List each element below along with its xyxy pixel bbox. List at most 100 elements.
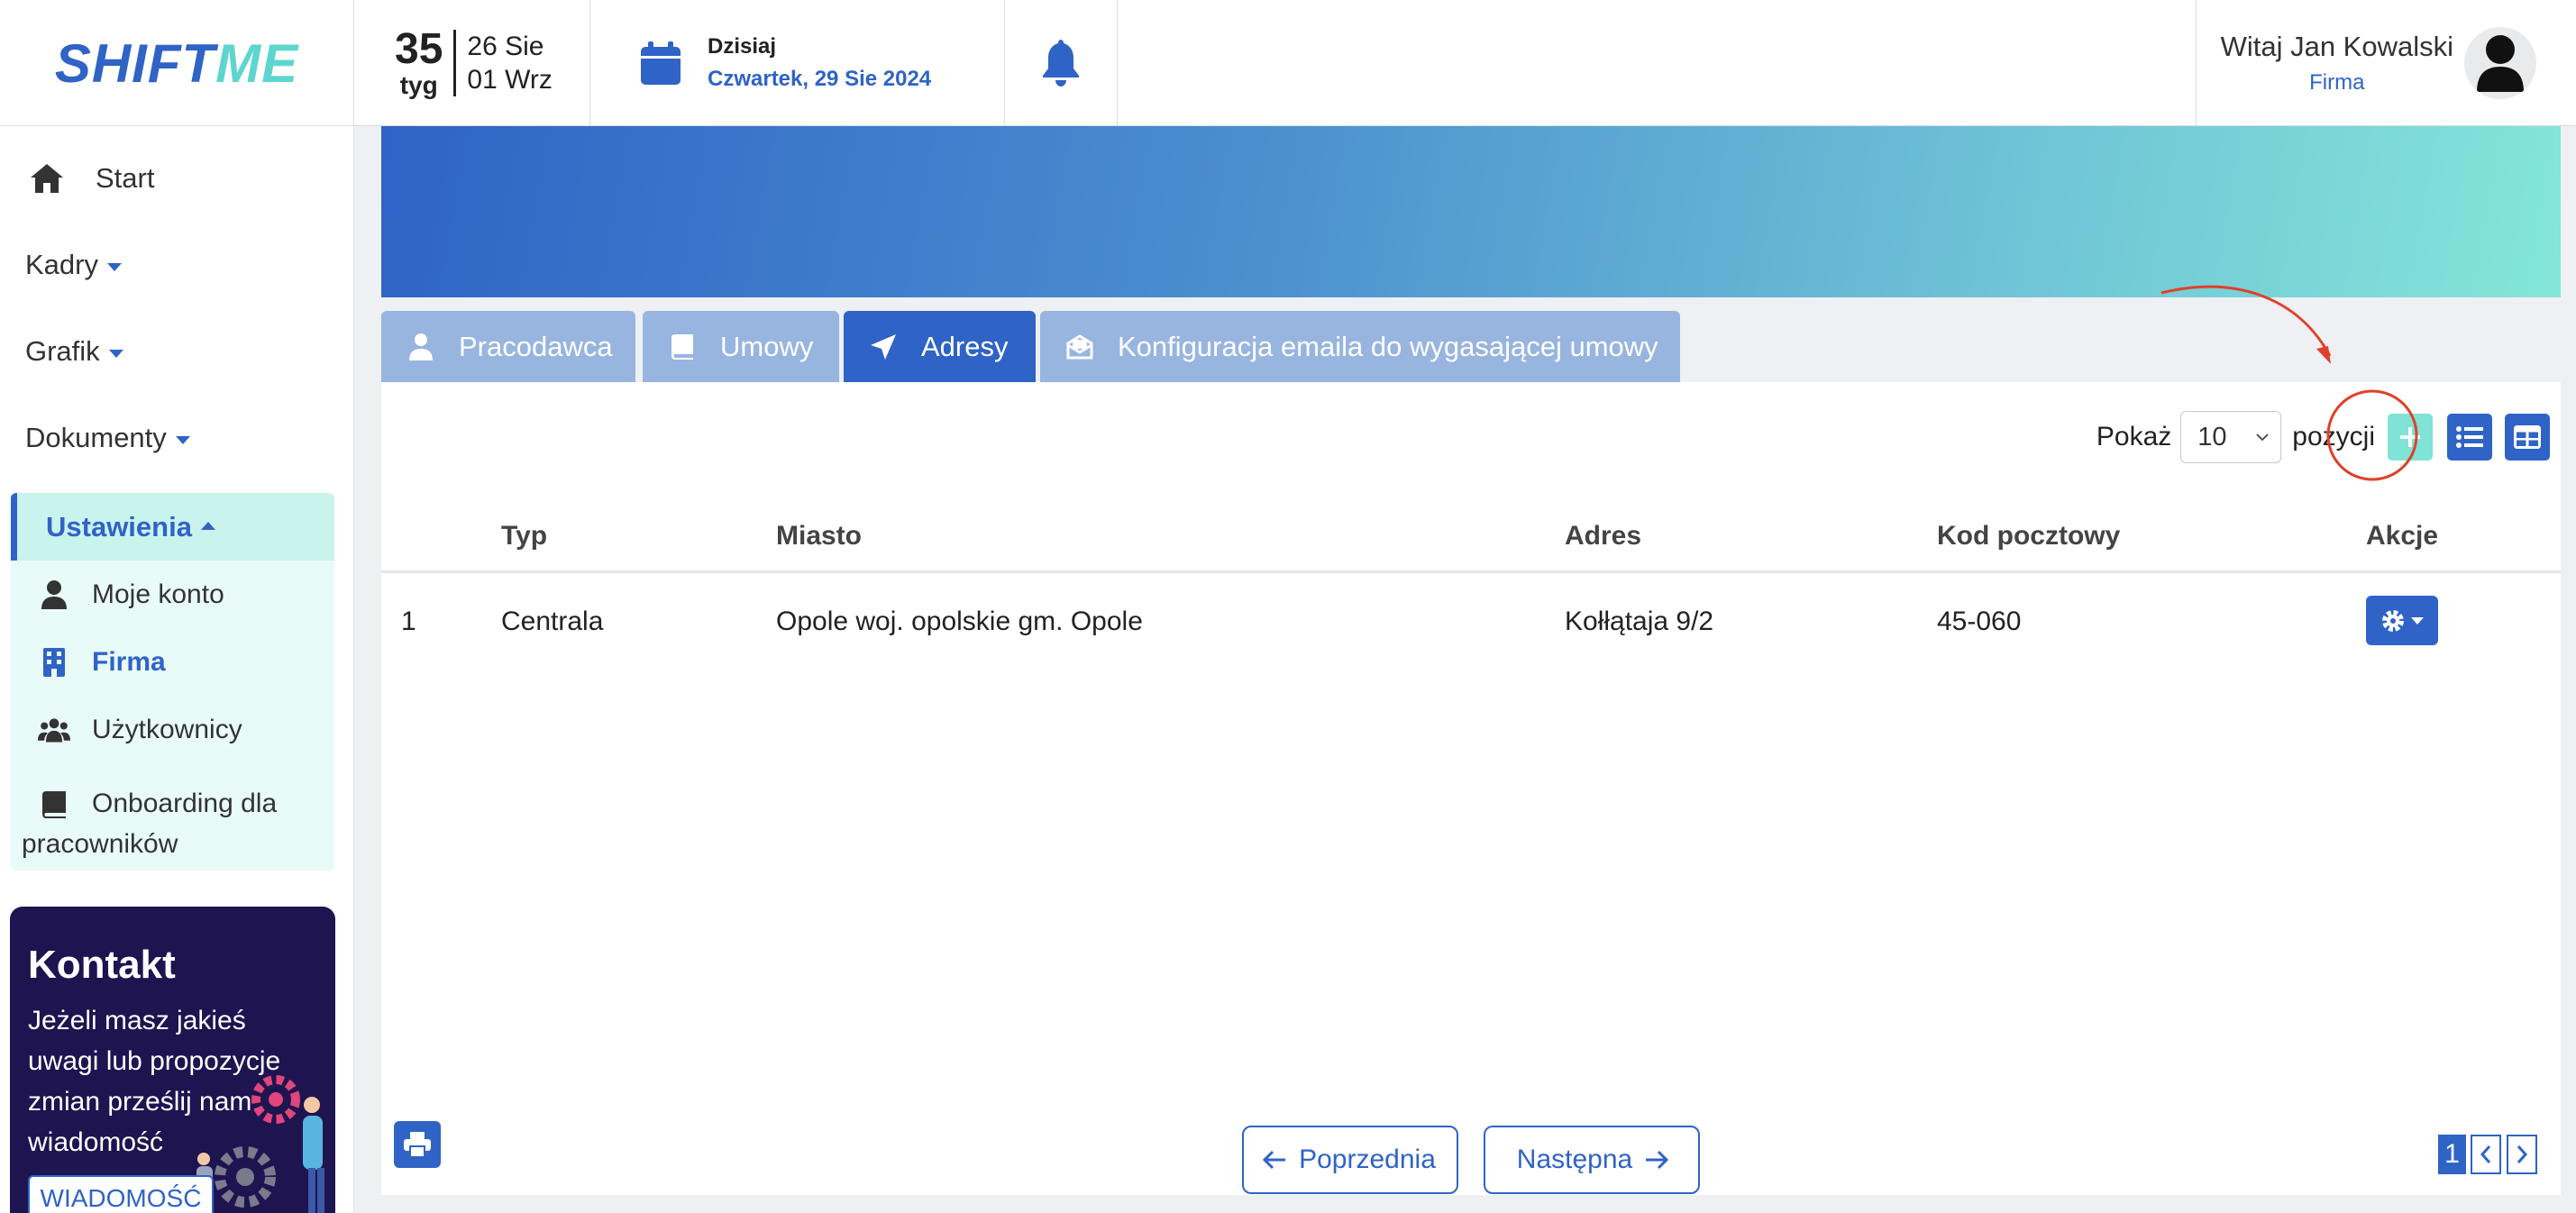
tab-label: Adresy <box>921 330 1009 362</box>
tab-pracodawca[interactable]: Pracodawca <box>381 311 635 382</box>
header-banner <box>381 126 2561 297</box>
sidebar-item-kadry[interactable]: Kadry <box>25 249 122 281</box>
print-icon <box>404 1132 431 1157</box>
user-menu[interactable]: Witaj Jan Kowalski Firma <box>2196 0 2576 126</box>
contact-card: Kontakt Jeżeli masz jakieś uwagi lub pro… <box>10 907 335 1213</box>
tab-label: Umowy <box>720 330 814 362</box>
page-size-value: 10 <box>2197 422 2227 451</box>
user-company-link[interactable]: Firma <box>2221 70 2453 96</box>
calendar-icon <box>641 41 681 85</box>
column-header-miasto[interactable]: Miasto <box>776 521 862 552</box>
cell-postal-code: 45-060 <box>1937 606 2022 636</box>
tab-adresy[interactable]: Adresy <box>844 311 1036 382</box>
home-icon <box>31 164 63 193</box>
table-icon <box>2514 425 2541 449</box>
contact-message-button[interactable]: WIADOMOŚĆ <box>28 1175 214 1213</box>
tab-umowy[interactable]: Umowy <box>643 311 839 382</box>
today-date: Czwartek, 29 Sie 2024 <box>708 67 932 91</box>
table-row: 1 Centrala Opole woj. opolskie gm. Opole… <box>381 576 2561 668</box>
sidebar-item-dokumenty[interactable]: Dokumenty <box>25 422 190 454</box>
list-icon <box>2456 426 2483 448</box>
table-view-button[interactable] <box>2505 414 2550 461</box>
next-page-button[interactable]: Następna <box>1484 1126 1700 1194</box>
chevron-down-icon <box>106 262 122 271</box>
sidebar-item-moje-konto[interactable]: Moje konto <box>38 579 224 610</box>
previous-page-button[interactable]: Poprzednia <box>1242 1126 1458 1194</box>
plus-icon <box>2400 427 2420 447</box>
annotation-arrowhead-icon <box>2316 346 2331 364</box>
today-indicator: Dzisiaj Czwartek, 29 Sie 2024 <box>590 0 1005 126</box>
contact-title: Kontakt <box>28 943 176 987</box>
sidebar-item-firma[interactable]: Firma <box>38 647 166 678</box>
arrow-left-icon <box>1263 1150 1286 1170</box>
sidebar-item-label: Onboarding dla <box>92 789 278 818</box>
page-size-select[interactable]: 10 <box>2180 411 2282 463</box>
tab-label: Konfiguracja emaila do wygasającej umowy <box>1118 330 1658 362</box>
cell-city: Opole woj. opolskie gm. Opole <box>776 606 1143 636</box>
sidebar-item-grafik[interactable]: Grafik <box>25 335 123 368</box>
book-icon <box>42 791 66 819</box>
list-view-button[interactable] <box>2447 414 2492 461</box>
tab-label: Pracodawca <box>459 330 613 362</box>
sidebar-item-start[interactable]: Start <box>31 162 154 195</box>
sidebar-item-label: Dokumenty <box>25 422 167 453</box>
book-icon <box>671 333 693 360</box>
print-button[interactable] <box>394 1121 441 1168</box>
tab-konfiguracja-emaila[interactable]: Konfiguracja emaila do wygasającej umowy <box>1040 311 1680 382</box>
column-header-adres[interactable]: Adres <box>1565 521 1641 552</box>
week-end-date: 01 Wrz <box>467 65 553 95</box>
chevron-down-icon <box>108 349 123 358</box>
add-address-button[interactable] <box>2388 414 2433 461</box>
chevron-up-icon <box>200 522 215 530</box>
week-start-date: 26 Sie <box>467 32 544 61</box>
column-header-kod-pocztowy[interactable]: Kod pocztowy <box>1937 521 2120 552</box>
week-number: 35 <box>395 25 443 73</box>
row-actions-button[interactable] <box>2366 596 2438 645</box>
sidebar-item-label: Start <box>96 162 155 194</box>
sidebar-item-label: Firma <box>92 647 166 677</box>
column-header-typ[interactable]: Typ <box>501 521 547 552</box>
sidebar-item-label-line2: pracowników <box>22 829 178 859</box>
user-icon <box>41 580 67 609</box>
cell-address: Kołłątaja 9/2 <box>1565 606 1714 636</box>
arrow-right-icon <box>1646 1150 1669 1170</box>
previous-label: Poprzednia <box>1299 1145 1436 1174</box>
notifications-button[interactable] <box>1005 0 1118 126</box>
current-page-indicator[interactable]: 1 <box>2438 1135 2466 1174</box>
chevron-down-icon <box>175 435 190 444</box>
cell-type: Centrala <box>501 606 604 636</box>
users-icon <box>38 718 70 743</box>
chevron-left-icon <box>2480 1145 2491 1163</box>
sidebar-item-label: Grafik <box>25 335 100 367</box>
sidebar: Start Kadry Grafik Dokumenty Ustawienia … <box>0 126 354 1213</box>
bell-icon <box>1043 40 1079 87</box>
sidebar-item-uzytkownicy[interactable]: Użytkownicy <box>38 715 242 745</box>
chevron-down-icon <box>2256 433 2270 442</box>
sidebar-item-onboarding[interactable]: Onboarding dla pracowników <box>22 783 326 864</box>
sidebar-item-label: Kadry <box>25 249 98 280</box>
person-icon <box>409 333 433 360</box>
week-label: tyg <box>399 71 438 99</box>
user-avatar-icon <box>2477 35 2524 92</box>
table-header: Typ Miasto Adres Kod pocztowy Akcje <box>381 499 2561 573</box>
today-label: Dzisiaj <box>708 34 777 59</box>
pagination-next-arrow[interactable] <box>2507 1135 2537 1174</box>
avatar[interactable] <box>2464 27 2536 99</box>
addresses-panel: Pokaż 10 pozycji Typ Miasto Adres Kod po… <box>381 382 2561 1195</box>
location-arrow-icon <box>871 333 896 360</box>
week-indicator: 35 tyg 26 Sie 01 Wrz <box>354 0 590 126</box>
gear-icon <box>2382 609 2404 632</box>
sidebar-item-label: Moje konto <box>92 579 224 609</box>
settings-section: Ustawienia Moje konto Firma Użytkownicy … <box>11 493 334 871</box>
building-icon <box>43 648 65 677</box>
pagination-prev-arrow[interactable] <box>2471 1135 2501 1174</box>
logo[interactable]: SHIFTME <box>0 0 354 126</box>
sidebar-item-ustawienia[interactable]: Ustawienia <box>11 493 334 561</box>
cell-number: 1 <box>401 606 416 636</box>
top-bar: SHIFTME 35 tyg 26 Sie 01 Wrz Dzisiaj Czw… <box>0 0 2576 126</box>
show-label: Pokaż <box>2096 422 2172 451</box>
sidebar-item-label: Użytkownicy <box>92 715 242 744</box>
column-header-akcje: Akcje <box>2366 521 2439 551</box>
envelope-open-icon <box>1066 333 1093 359</box>
table-toolbar: Pokaż 10 pozycji <box>2096 410 2550 464</box>
